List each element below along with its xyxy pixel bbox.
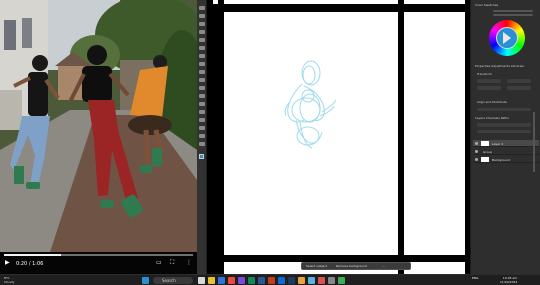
chrome-icon[interactable] [228, 277, 235, 284]
desktop-screen: ▶ 0:20 / 1:06 ▭ ⛶ ⋮ Select subject Remov… [0, 0, 540, 285]
layers-panel-tabs[interactable]: Layers Channels Paths [475, 116, 509, 120]
video-frame [0, 0, 197, 252]
layer-thumbnail [481, 157, 489, 162]
tray-language[interactable]: ENG [472, 276, 478, 281]
tools-panel [197, 0, 207, 274]
app-icon[interactable] [318, 277, 325, 284]
windows-start-icon[interactable] [142, 277, 149, 284]
windows-taskbar: 8°C Cloudy Search ENG 10:05 am 11/04/202… [0, 274, 540, 285]
height-field[interactable] [507, 79, 531, 83]
seek-bar[interactable] [4, 254, 193, 256]
layer-filter[interactable] [477, 123, 531, 127]
color-panel-tabs[interactable]: Color Swatches [475, 3, 498, 7]
align-buttons[interactable] [477, 108, 531, 111]
healing-tool-icon[interactable] [199, 54, 205, 58]
hue-slider[interactable] [493, 10, 533, 12]
app-icon[interactable] [308, 277, 315, 284]
transform-label: Transform [477, 72, 492, 76]
artboard-strip [404, 0, 465, 4]
layer-row[interactable]: Layer 1 [473, 140, 539, 147]
fullscreen-icon[interactable]: ⛶ [170, 260, 174, 266]
photoshop-taskbar-icon[interactable] [288, 277, 295, 284]
captions-icon[interactable]: ▭ [156, 260, 162, 266]
artboard-strip [404, 262, 465, 274]
hand-tool-icon[interactable] [199, 134, 205, 138]
taskbar-search[interactable]: Search [153, 277, 193, 284]
artboard-strip [224, 0, 398, 4]
excel-icon[interactable] [248, 277, 255, 284]
play-icon[interactable]: ▶ [5, 260, 10, 266]
eye-icon[interactable] [475, 142, 478, 145]
layer-thumbnail [481, 141, 489, 146]
align-label: Align and Distribute [477, 100, 507, 104]
weather-widget[interactable]: 8°C Cloudy [4, 276, 15, 284]
app-icon[interactable] [328, 277, 335, 284]
saturation-slider[interactable] [493, 14, 533, 16]
sketch-drawing [284, 60, 337, 149]
quick-select-tool-icon[interactable] [199, 30, 205, 34]
search-placeholder: Search [162, 278, 176, 283]
x-field[interactable] [477, 86, 501, 90]
artboard-strip [213, 0, 218, 4]
video-time: 0:20 / 1:06 [16, 261, 44, 267]
app-icon[interactable] [298, 277, 305, 284]
canvas-area[interactable]: Select subject Remove background ⋯ [207, 0, 470, 274]
zoom-tool-icon[interactable] [199, 142, 205, 146]
lasso-tool-icon[interactable] [199, 22, 205, 26]
artboard-main[interactable] [224, 12, 398, 255]
clock-date: 11/04/2024 [500, 279, 518, 284]
eye-icon[interactable] [475, 158, 478, 161]
more-icon[interactable]: ⋯ [382, 264, 385, 268]
color-wheel[interactable] [489, 20, 525, 56]
powerpoint-icon[interactable] [268, 277, 275, 284]
layer-name: Layer 1 [492, 142, 504, 146]
right-panels: Color Swatches Properties Adjustments Li… [470, 0, 540, 274]
stamp-tool-icon[interactable] [199, 70, 205, 74]
blend-mode-select[interactable] [477, 130, 531, 133]
y-field[interactable] [507, 86, 531, 90]
foreground-color-swatch[interactable] [199, 154, 204, 159]
layer-row[interactable]: Group [473, 148, 539, 155]
pen-tool-icon[interactable] [199, 110, 205, 114]
teams-icon[interactable] [238, 277, 245, 284]
edge-icon[interactable] [218, 277, 225, 284]
layer-name: Background [492, 158, 510, 162]
shape-tool-icon[interactable] [199, 126, 205, 130]
more-options-icon[interactable]: ⋮ [186, 260, 192, 266]
file-explorer-icon[interactable] [208, 277, 215, 284]
brush-tool-icon[interactable] [199, 62, 205, 66]
panel-scrollbar[interactable] [533, 112, 535, 172]
video-controls: ▶ 0:20 / 1:06 ▭ ⛶ ⋮ [0, 252, 197, 274]
contextual-task-bar: Select subject Remove background ⋯ [301, 262, 411, 270]
task-view-icon[interactable] [198, 277, 205, 284]
width-field[interactable] [477, 79, 501, 83]
seek-bar-progress [4, 254, 61, 256]
eyedropper-tool-icon[interactable] [199, 46, 205, 50]
type-tool-icon[interactable] [199, 118, 205, 122]
layer-name: Group [483, 150, 493, 154]
properties-panel-tabs[interactable]: Properties Adjustments Libraries [475, 64, 524, 68]
crop-tool-icon[interactable] [199, 38, 205, 42]
artboard-right[interactable] [404, 12, 465, 255]
photoshop-window: Select subject Remove background ⋯ Color… [197, 0, 540, 274]
history-brush-tool-icon[interactable] [199, 78, 205, 82]
app-icon[interactable] [338, 277, 345, 284]
outlook-icon[interactable] [278, 277, 285, 284]
move-tool-icon[interactable] [199, 6, 205, 10]
select-subject-button[interactable]: Select subject [306, 264, 327, 268]
word-icon[interactable] [258, 277, 265, 284]
marquee-tool-icon[interactable] [199, 14, 205, 18]
remove-background-button[interactable]: Remove background [336, 264, 367, 268]
blur-tool-icon[interactable] [199, 102, 205, 106]
weather-desc: Cloudy [4, 279, 15, 284]
eraser-tool-icon[interactable] [199, 86, 205, 90]
video-player[interactable] [0, 0, 197, 252]
gradient-tool-icon[interactable] [199, 94, 205, 98]
eye-icon[interactable] [475, 150, 478, 153]
layer-row[interactable]: Background [473, 156, 539, 163]
tray-clock[interactable]: 10:05 am 11/04/2024 [500, 276, 518, 284]
